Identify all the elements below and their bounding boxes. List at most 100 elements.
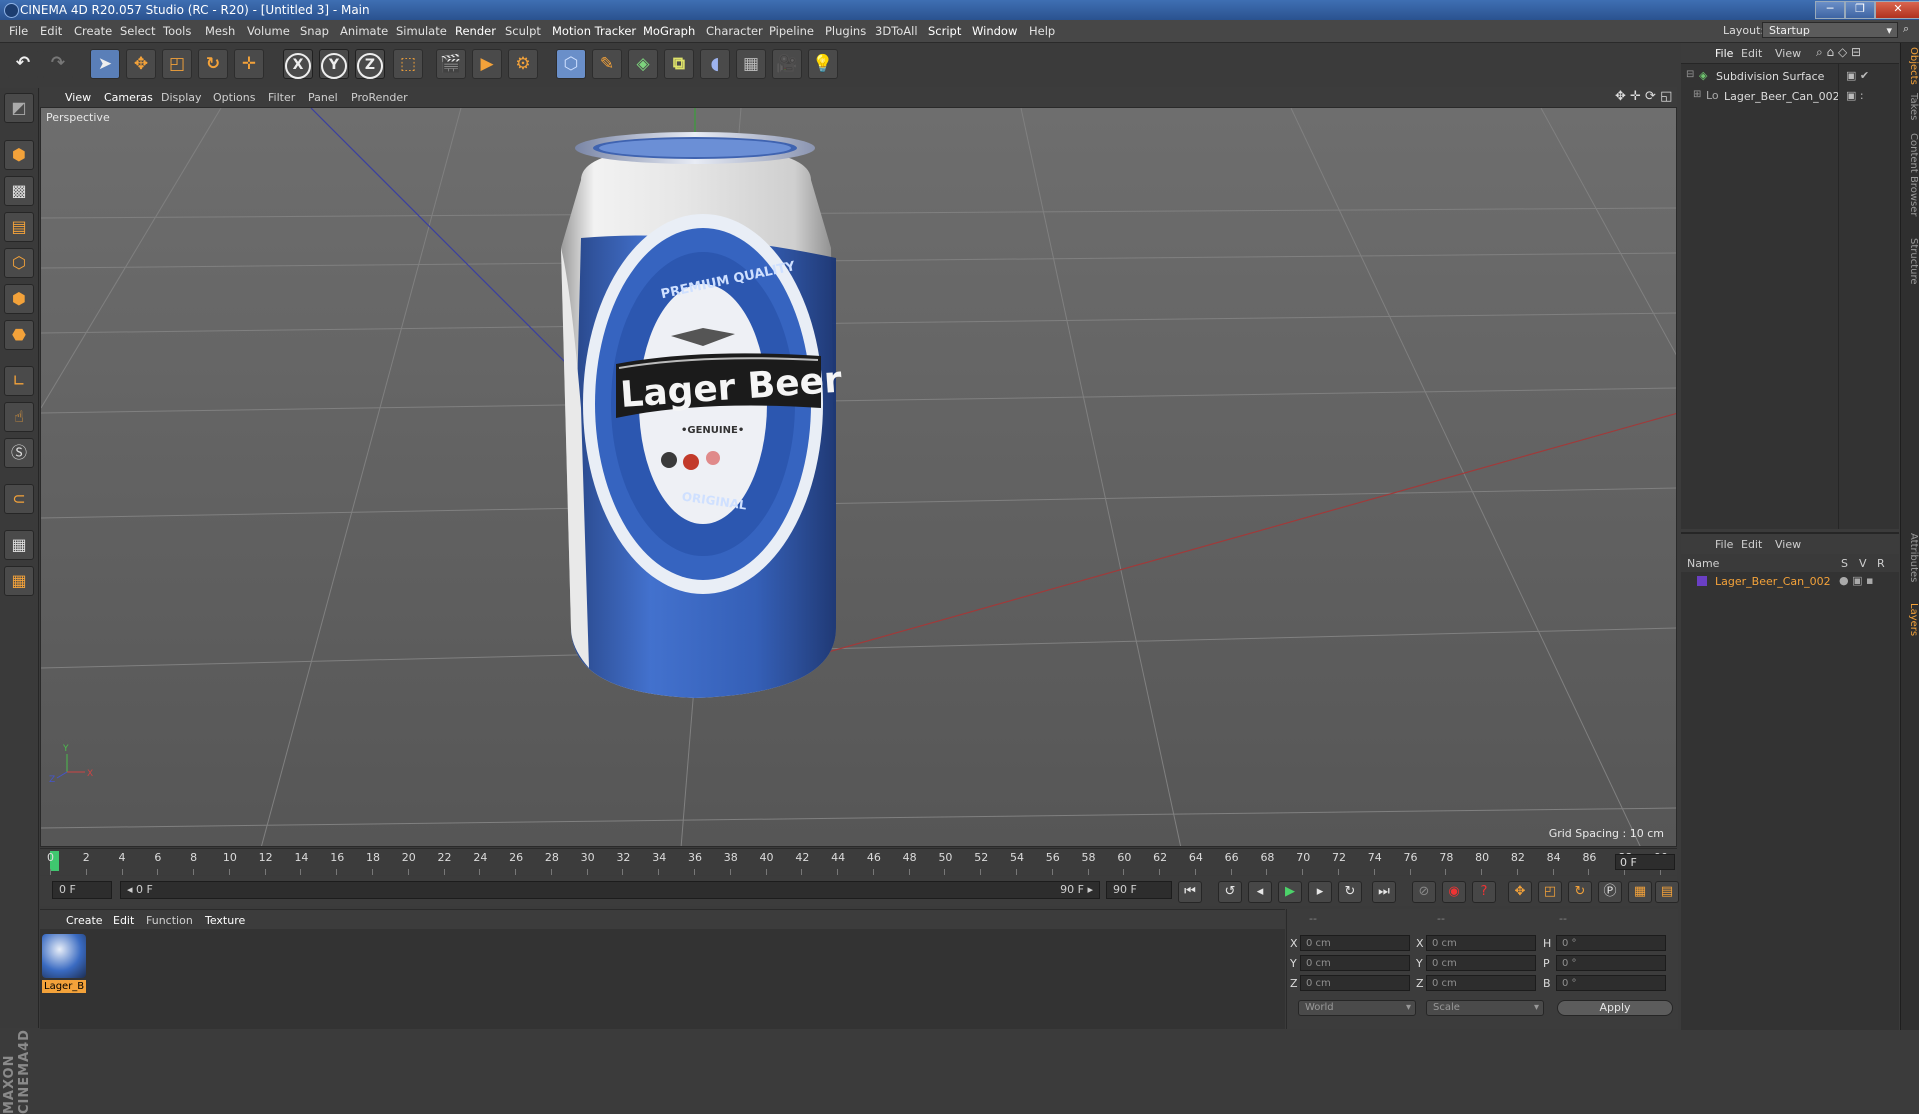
y-axis-lock-button[interactable]: Y bbox=[319, 49, 349, 79]
maximize-button[interactable]: ❐ bbox=[1845, 1, 1875, 19]
current-frame-field[interactable]: 0 F bbox=[1615, 854, 1675, 870]
timeline-ruler[interactable]: 0 2 4 6 8 10 12 14 16 18 20 22 24 26 28 30 32 34 36 38 40 42 4… bbox=[40, 848, 1677, 875]
viewport-menu-view[interactable]: View bbox=[65, 91, 91, 104]
layer-col-view[interactable]: V bbox=[1859, 557, 1867, 570]
solo-mode-icon[interactable]: Ⓢ bbox=[4, 438, 34, 468]
rotation-b-field[interactable]: 0 ° bbox=[1556, 975, 1666, 991]
snap-icon[interactable]: ⊂ bbox=[4, 484, 34, 514]
object-manager-tools-icons[interactable]: ⌕ ⌂ ◇ ⊟ bbox=[1816, 45, 1861, 60]
rotation-h-field[interactable]: 0 ° bbox=[1556, 935, 1666, 951]
timeline-layout-icon[interactable]: ▤ bbox=[1655, 881, 1679, 903]
size-y-field[interactable]: 0 cm bbox=[1426, 955, 1536, 971]
transform-tool-icon[interactable]: ✛ bbox=[234, 49, 264, 79]
search-icon[interactable]: ⌕ bbox=[1903, 22, 1909, 36]
expand-icon[interactable]: ⊟ bbox=[1686, 69, 1694, 80]
expand-icon[interactable]: ⊞ bbox=[1693, 89, 1701, 100]
key-scale-icon[interactable]: ◰ bbox=[1538, 881, 1562, 903]
render-settings-icon[interactable]: ⚙ bbox=[508, 49, 538, 79]
menu-mograph[interactable]: MoGraph bbox=[643, 24, 695, 38]
menu-character[interactable]: Character bbox=[706, 24, 763, 38]
tweak-mode-icon[interactable]: ☝ bbox=[4, 402, 34, 432]
workplane-lock-icon[interactable]: ▦ bbox=[4, 530, 34, 560]
points-mode-icon[interactable]: ⬡ bbox=[4, 248, 34, 278]
apply-button[interactable]: Apply bbox=[1557, 1000, 1673, 1016]
z-axis-lock-button[interactable]: Z bbox=[355, 49, 385, 79]
cube-primitive-icon[interactable]: ⬡ bbox=[556, 49, 586, 79]
minimize-button[interactable]: ─ bbox=[1815, 1, 1845, 19]
menu-help[interactable]: Help bbox=[1029, 24, 1055, 38]
undo-icon[interactable]: ↶ bbox=[8, 49, 38, 79]
size-x-field[interactable]: 0 cm bbox=[1426, 935, 1536, 951]
key-position-icon[interactable]: ✥ bbox=[1508, 881, 1532, 903]
size-z-field[interactable]: 0 cm bbox=[1426, 975, 1536, 991]
tab-layers[interactable]: Layers bbox=[1902, 603, 1919, 636]
object-name[interactable]: Subdivision Surface bbox=[1716, 70, 1824, 83]
grid-snap-icon[interactable]: ▦ bbox=[4, 566, 34, 596]
coordinate-space-dropdown[interactable]: World ▾ bbox=[1298, 1000, 1416, 1016]
autokey-icon[interactable]: ◉ bbox=[1442, 881, 1466, 903]
model-mode-icon[interactable]: ⬢ bbox=[4, 140, 34, 170]
object-menu-file[interactable]: File bbox=[1715, 47, 1733, 60]
tab-objects[interactable]: Objects bbox=[1902, 47, 1919, 85]
viewport-menu-prorender[interactable]: ProRender bbox=[351, 91, 408, 104]
menu-volume[interactable]: Volume bbox=[247, 24, 290, 38]
menu-select[interactable]: Select bbox=[120, 24, 155, 38]
object-list[interactable]: ⊟ ◈ Subdivision Surface ▣ ✔ ⊞ Lo Lager_B… bbox=[1681, 63, 1899, 529]
menu-motion-tracker[interactable]: Motion Tracker bbox=[552, 24, 636, 38]
menu-file[interactable]: File bbox=[9, 24, 28, 38]
subdivision-surface-icon[interactable]: ◈ bbox=[628, 49, 658, 79]
menu-mesh[interactable]: Mesh bbox=[205, 24, 235, 38]
floor-icon[interactable]: ▦ bbox=[736, 49, 766, 79]
size-mode-dropdown[interactable]: Scale ▾ bbox=[1426, 1000, 1544, 1016]
menu-tools[interactable]: Tools bbox=[163, 24, 191, 38]
position-z-field[interactable]: 0 cm bbox=[1300, 975, 1410, 991]
material-menu-texture[interactable]: Texture bbox=[205, 914, 245, 927]
menu-3dtoall[interactable]: 3DToAll bbox=[875, 24, 918, 38]
polygons-mode-icon[interactable]: ⬣ bbox=[4, 320, 34, 350]
goto-end-icon[interactable]: ⏭ bbox=[1372, 881, 1396, 903]
layer-menu-edit[interactable]: Edit bbox=[1741, 538, 1762, 551]
texture-mode-icon[interactable]: ▩ bbox=[4, 176, 34, 206]
keyframe-selection-icon[interactable]: ? bbox=[1472, 881, 1496, 903]
scale-tool-icon[interactable]: ◰ bbox=[162, 49, 192, 79]
object-name[interactable]: Lager_Beer_Can_002 bbox=[1724, 90, 1840, 103]
move-tool-icon[interactable]: ✥ bbox=[126, 49, 156, 79]
key-parameter-icon[interactable]: Ⓟ bbox=[1598, 881, 1622, 903]
material-thumbnail[interactable] bbox=[42, 934, 86, 978]
viewport-menu-options[interactable]: Options bbox=[213, 91, 255, 104]
start-frame-field[interactable]: 0 F bbox=[52, 881, 112, 899]
rotate-tool-icon[interactable]: ↻ bbox=[198, 49, 228, 79]
menu-animate[interactable]: Animate bbox=[340, 24, 388, 38]
previous-frame-icon[interactable]: ◂ bbox=[1248, 881, 1272, 903]
material-menu-edit[interactable]: Edit bbox=[113, 914, 134, 927]
light-icon[interactable]: 💡 bbox=[808, 49, 838, 79]
key-rotation-icon[interactable]: ↻ bbox=[1568, 881, 1592, 903]
workplane-mode-icon[interactable]: ▤ bbox=[4, 212, 34, 242]
object-row[interactable]: ⊟ ◈ Subdivision Surface ▣ ✔ bbox=[1681, 69, 1899, 85]
menu-edit[interactable]: Edit bbox=[40, 24, 62, 38]
3d-viewport[interactable]: PREMIUM QUALITY Lager Beer •GENUINE• ORI… bbox=[40, 107, 1677, 847]
viewport-menu-panel[interactable]: Panel bbox=[308, 91, 338, 104]
layer-menu-view[interactable]: View bbox=[1775, 538, 1801, 551]
layer-col-name[interactable]: Name bbox=[1687, 557, 1719, 570]
make-editable-icon[interactable]: ◩ bbox=[4, 93, 34, 123]
coordinate-system-icon[interactable]: ⬚ bbox=[393, 49, 423, 79]
layer-col-solo[interactable]: S bbox=[1841, 557, 1848, 570]
menu-snap[interactable]: Snap bbox=[300, 24, 329, 38]
layer-list[interactable]: Lager_Beer_Can_002 ● ▣ ▪ bbox=[1681, 572, 1899, 1030]
select-tool-icon[interactable]: ➤ bbox=[90, 49, 120, 79]
object-menu-edit[interactable]: Edit bbox=[1741, 47, 1762, 60]
goto-start-icon[interactable]: ⏮ bbox=[1178, 881, 1202, 903]
next-frame-icon[interactable]: ▸ bbox=[1308, 881, 1332, 903]
menu-render[interactable]: Render bbox=[455, 24, 496, 38]
layer-menu-file[interactable]: File bbox=[1715, 538, 1733, 551]
frame-range-slider[interactable]: ◂ 0 F 90 F ▸ bbox=[120, 881, 1100, 899]
render-view-icon[interactable]: 🎬 bbox=[436, 49, 466, 79]
visibility-checkmark-icon[interactable]: ▣ ✔ bbox=[1846, 69, 1869, 82]
close-button[interactable]: ✕ bbox=[1875, 1, 1919, 19]
viewport-menu-display[interactable]: Display bbox=[161, 91, 202, 104]
tab-structure[interactable]: Structure bbox=[1902, 238, 1919, 285]
layer-col-render[interactable]: R bbox=[1877, 557, 1885, 570]
redo-icon[interactable]: ↷ bbox=[43, 49, 73, 79]
edges-mode-icon[interactable]: ⬢ bbox=[4, 284, 34, 314]
